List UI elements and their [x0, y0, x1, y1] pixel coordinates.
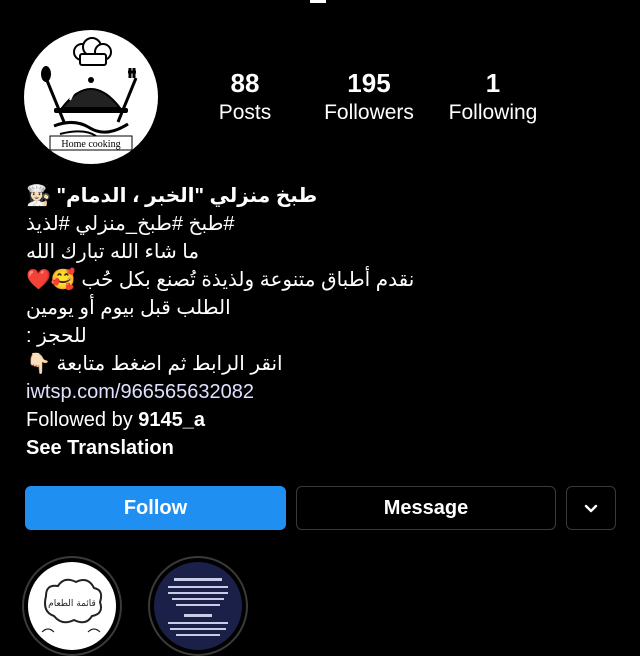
followers-label: Followers — [324, 101, 414, 124]
heart-emoji-icon: 🥰❤️ — [26, 269, 76, 291]
profile-bio: طبخ منزلي "الخبر ، الدمام" 👩🏻‍🍳 #طبخ #طب… — [26, 182, 626, 462]
followed-by-prefix: Followed by — [26, 409, 133, 431]
posts-label: Posts — [218, 101, 272, 124]
profile-name: طبخ منزلي "الخبر ، الدمام" 👩🏻‍🍳 — [26, 182, 626, 210]
message-button[interactable]: Message — [296, 486, 556, 530]
suggested-accounts-button[interactable] — [566, 486, 616, 530]
follow-button[interactable]: Follow — [25, 486, 286, 530]
bio-booking: للحجز : — [26, 325, 87, 347]
followed-by[interactable]: Followed by 9145_a — [26, 406, 626, 434]
bio-order: الطلب قبل بيوم أو يومين — [26, 297, 231, 319]
top-indicator — [310, 0, 326, 3]
profile-avatar[interactable]: Home cooking — [24, 30, 158, 164]
chef-logo-icon: Home cooking — [41, 37, 138, 151]
followed-by-user[interactable]: 9145_a — [138, 409, 205, 431]
following-count: 1 — [485, 68, 501, 98]
bio-offer-text: نقدم أطباق متنوعة ولذيذة تُصنع بكل حُب — [81, 269, 415, 291]
bio-link[interactable]: iwtsp.com/966565632082 — [26, 378, 626, 406]
bio-offer: نقدم أطباق متنوعة ولذيذة تُصنع بكل حُب 🥰… — [26, 266, 626, 294]
point-down-emoji-icon: 👇🏻 — [26, 353, 51, 375]
see-translation-link[interactable]: See Translation — [26, 434, 626, 462]
followers-count: 195 — [347, 68, 391, 98]
avatar-text: Home cooking — [61, 139, 120, 150]
story-highlight-order[interactable] — [148, 556, 248, 656]
bio-click-text: انقر الرابط ثم اضغط متابعة — [56, 353, 283, 375]
bio-hashtags[interactable]: #طبخ #طبخ_منزلي #لذيذ — [26, 210, 626, 238]
highlight-menu-text: قائمة الطعام — [48, 599, 96, 609]
followers-stat[interactable]: 195 Followers — [304, 68, 434, 126]
posts-stat[interactable]: 88 Posts — [180, 68, 310, 126]
menu-highlight-icon: قائمة الطعام — [41, 578, 103, 633]
profile-name-text: طبخ منزلي "الخبر ، الدمام" — [56, 185, 318, 207]
bio-click: انقر الرابط ثم اضغط متابعة 👇🏻 — [26, 350, 626, 378]
following-label: Following — [448, 101, 538, 124]
bio-blessing: ما شاء الله تبارك الله — [26, 241, 200, 263]
story-highlight-menu[interactable]: قائمة الطعام — [22, 556, 122, 656]
following-stat[interactable]: 1 Following — [428, 68, 558, 126]
posts-count: 88 — [230, 68, 260, 98]
chef-emoji-icon: 👩🏻‍🍳 — [26, 185, 51, 207]
chevron-down-icon — [584, 504, 598, 513]
order-info-highlight-icon — [168, 578, 228, 636]
